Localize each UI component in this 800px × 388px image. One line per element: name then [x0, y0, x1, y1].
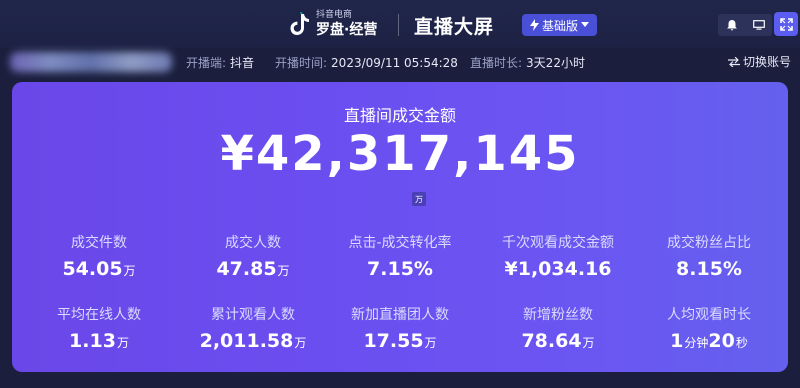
metric-value: ¥1,034.16 — [504, 258, 612, 280]
metric-new-fan-club: 新加直播团人数 17.55万 — [325, 304, 475, 352]
bell-icon — [726, 19, 737, 30]
duration-label: 直播时长: — [470, 56, 523, 70]
swap-icon — [728, 56, 740, 68]
metric-value: 7.15% — [367, 258, 433, 280]
metric-value: 54.05万 — [62, 258, 136, 280]
start-time-value: 2023/09/11 05:54:28 — [331, 56, 458, 70]
tiktok-icon — [290, 12, 309, 35]
metric-avg-online: 平均在线人数 1.13万 — [24, 304, 174, 352]
brand-subtitle: 抖音电商 — [316, 10, 353, 20]
metric-value: 78.64万 — [521, 330, 595, 352]
version-label: 基础版 — [542, 18, 579, 33]
metric-gpm: 千次观看成交金额 ¥1,034.16 — [483, 232, 633, 280]
metric-label: 千次观看成交金额 — [502, 235, 614, 251]
metric-click-conversion: 点击-成交转化率 7.15% — [325, 232, 475, 280]
metric-label: 新加直播团人数 — [351, 307, 449, 323]
duration-info: 直播时长: 3天22小时 — [470, 54, 585, 71]
metric-order-count: 成交件数 54.05万 — [24, 232, 174, 280]
metric-avg-watch-time: 人均观看时长 1分钟20秒 — [634, 304, 784, 352]
monitor-button[interactable] — [745, 14, 772, 36]
metric-label: 成交人数 — [225, 235, 281, 251]
platform-value: 抖音 — [230, 56, 255, 70]
duration-value: 3天22小时 — [526, 56, 585, 70]
gmv-unit-badge: 万 — [412, 192, 426, 206]
brand-name: 罗盘·经营 — [316, 22, 378, 38]
metric-fan-ratio: 成交粉丝占比 8.15% — [634, 232, 784, 280]
metric-label: 成交件数 — [71, 235, 127, 251]
metric-label: 累计观看人数 — [211, 307, 295, 323]
blurred-account-name — [10, 52, 172, 72]
start-time-info: 开播时间: 2023/09/11 05:54:28 — [275, 54, 458, 71]
metric-value: 1.13万 — [69, 330, 129, 352]
page-title: 直播大屏 — [414, 16, 495, 38]
metric-label: 人均观看时长 — [667, 307, 751, 323]
gmv-amount: ¥42,317,145 — [220, 126, 580, 182]
brand-logo: 抖音电商 罗盘·经营 — [290, 10, 377, 38]
metric-total-viewers: 累计观看人数 2,011.58万 — [178, 304, 328, 352]
metric-label: 新增粉丝数 — [523, 307, 593, 323]
platform-info: 开播端: 抖音 — [186, 54, 254, 71]
start-time-label: 开播时间: — [275, 56, 328, 70]
metric-value: 47.85万 — [216, 258, 290, 280]
caret-down-icon — [581, 22, 590, 27]
metric-new-followers: 新增粉丝数 78.64万 — [483, 304, 633, 352]
fullscreen-icon — [779, 17, 793, 31]
switch-account-label: 切换账号 — [743, 55, 792, 69]
metric-label: 点击-成交转化率 — [348, 235, 452, 251]
header-tool-group — [718, 14, 772, 36]
metric-value: 1分钟20秒 — [670, 330, 748, 352]
lightning-icon — [530, 19, 539, 31]
metric-value: 17.55万 — [363, 330, 437, 352]
metric-value: 2,011.58万 — [199, 330, 307, 352]
sales-summary-card: 直播间成交金额 ¥42,317,145 万 成交件数 54.05万 成交人数 4… — [12, 82, 788, 372]
metric-label: 成交粉丝占比 — [667, 235, 751, 251]
metric-buyer-count: 成交人数 47.85万 — [178, 232, 328, 280]
metric-value: 8.15% — [676, 258, 742, 280]
version-selector[interactable]: 基础版 — [522, 14, 598, 36]
top-bar: 抖音电商 罗盘·经营 直播大屏 基础版 — [0, 0, 800, 48]
platform-label: 开播端: — [186, 56, 227, 70]
header-divider — [398, 14, 399, 36]
live-info-row: 开播端: 抖音 开播时间: 2023/09/11 05:54:28 直播时长: 3天2… — [0, 48, 800, 76]
metric-label: 平均在线人数 — [57, 307, 141, 323]
gmv-title: 直播间成交金额 — [343, 106, 456, 125]
fullscreen-button[interactable] — [774, 12, 798, 36]
switch-account-button[interactable]: 切换账号 — [728, 53, 791, 70]
monitor-icon — [752, 20, 765, 30]
bell-button[interactable] — [718, 14, 745, 36]
